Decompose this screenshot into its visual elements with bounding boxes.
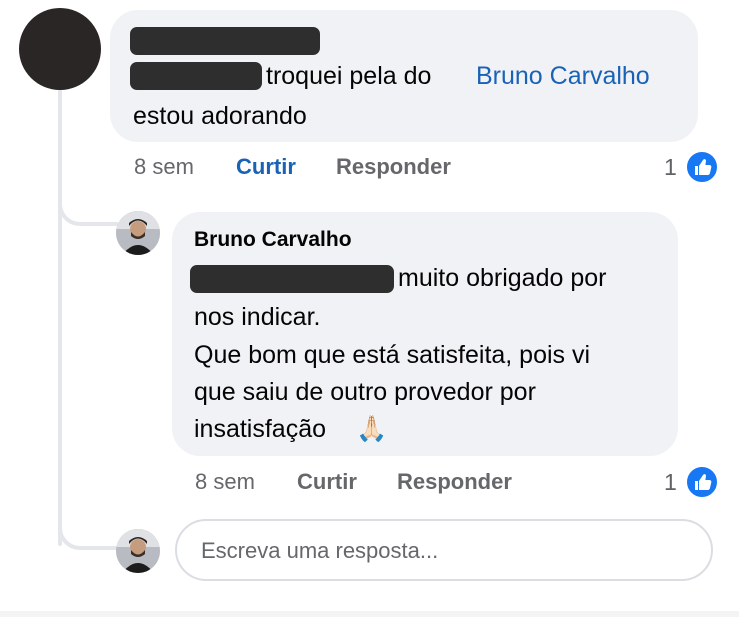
reply-text-line1: muito obrigado por <box>398 264 607 292</box>
reply-composer[interactable] <box>175 519 713 581</box>
reply-input[interactable] <box>199 521 693 581</box>
reply-author-avatar[interactable] <box>116 211 160 255</box>
like-button[interactable]: Curtir <box>236 154 296 180</box>
reply-button[interactable]: Responder <box>336 154 451 180</box>
next-comment-edge <box>0 611 739 617</box>
reply-text-line4: que saiu de outro provedor por <box>194 378 536 406</box>
reply-text-line3: Que bom que está satisfeita, pois vi <box>194 341 591 369</box>
comment-text-line2: estou adorando <box>133 102 307 130</box>
redacted-author-name <box>130 27 320 55</box>
comment-timestamp[interactable]: 8 sem <box>134 154 194 180</box>
reply-bubble: Bruno Carvalho muito obrigado por nos in… <box>172 212 678 456</box>
mention-link[interactable]: Bruno Carvalho <box>476 59 650 93</box>
commenter-avatar[interactable] <box>19 8 101 90</box>
reaction-count[interactable]: 1 <box>664 154 677 181</box>
reply-author-name[interactable]: Bruno Carvalho <box>194 228 352 252</box>
redacted-mention <box>130 62 262 90</box>
reply-text-line2: nos indicar. <box>194 303 321 331</box>
thread-line <box>58 88 62 546</box>
current-user-avatar <box>116 529 160 573</box>
like-thumbs-up-icon[interactable] <box>685 465 719 499</box>
reply-text-line5: insatisfação <box>194 415 327 443</box>
thread-connector-reply <box>58 180 118 226</box>
comment-bubble: troquei pela do Bruno Carvalho estou ado… <box>110 10 698 142</box>
reply-timestamp[interactable]: 8 sem <box>195 469 255 495</box>
reply-like-button[interactable]: Curtir <box>297 469 357 495</box>
comment-text: troquei pela do <box>266 62 432 90</box>
like-thumbs-up-icon[interactable] <box>685 150 719 184</box>
reply-reply-button[interactable]: Responder <box>397 469 512 495</box>
reply-reaction-count[interactable]: 1 <box>664 469 677 496</box>
redacted-mention <box>190 265 394 293</box>
praying-hands-icon: 🙏🏻 <box>356 415 388 443</box>
thread-connector-composer <box>58 498 118 550</box>
